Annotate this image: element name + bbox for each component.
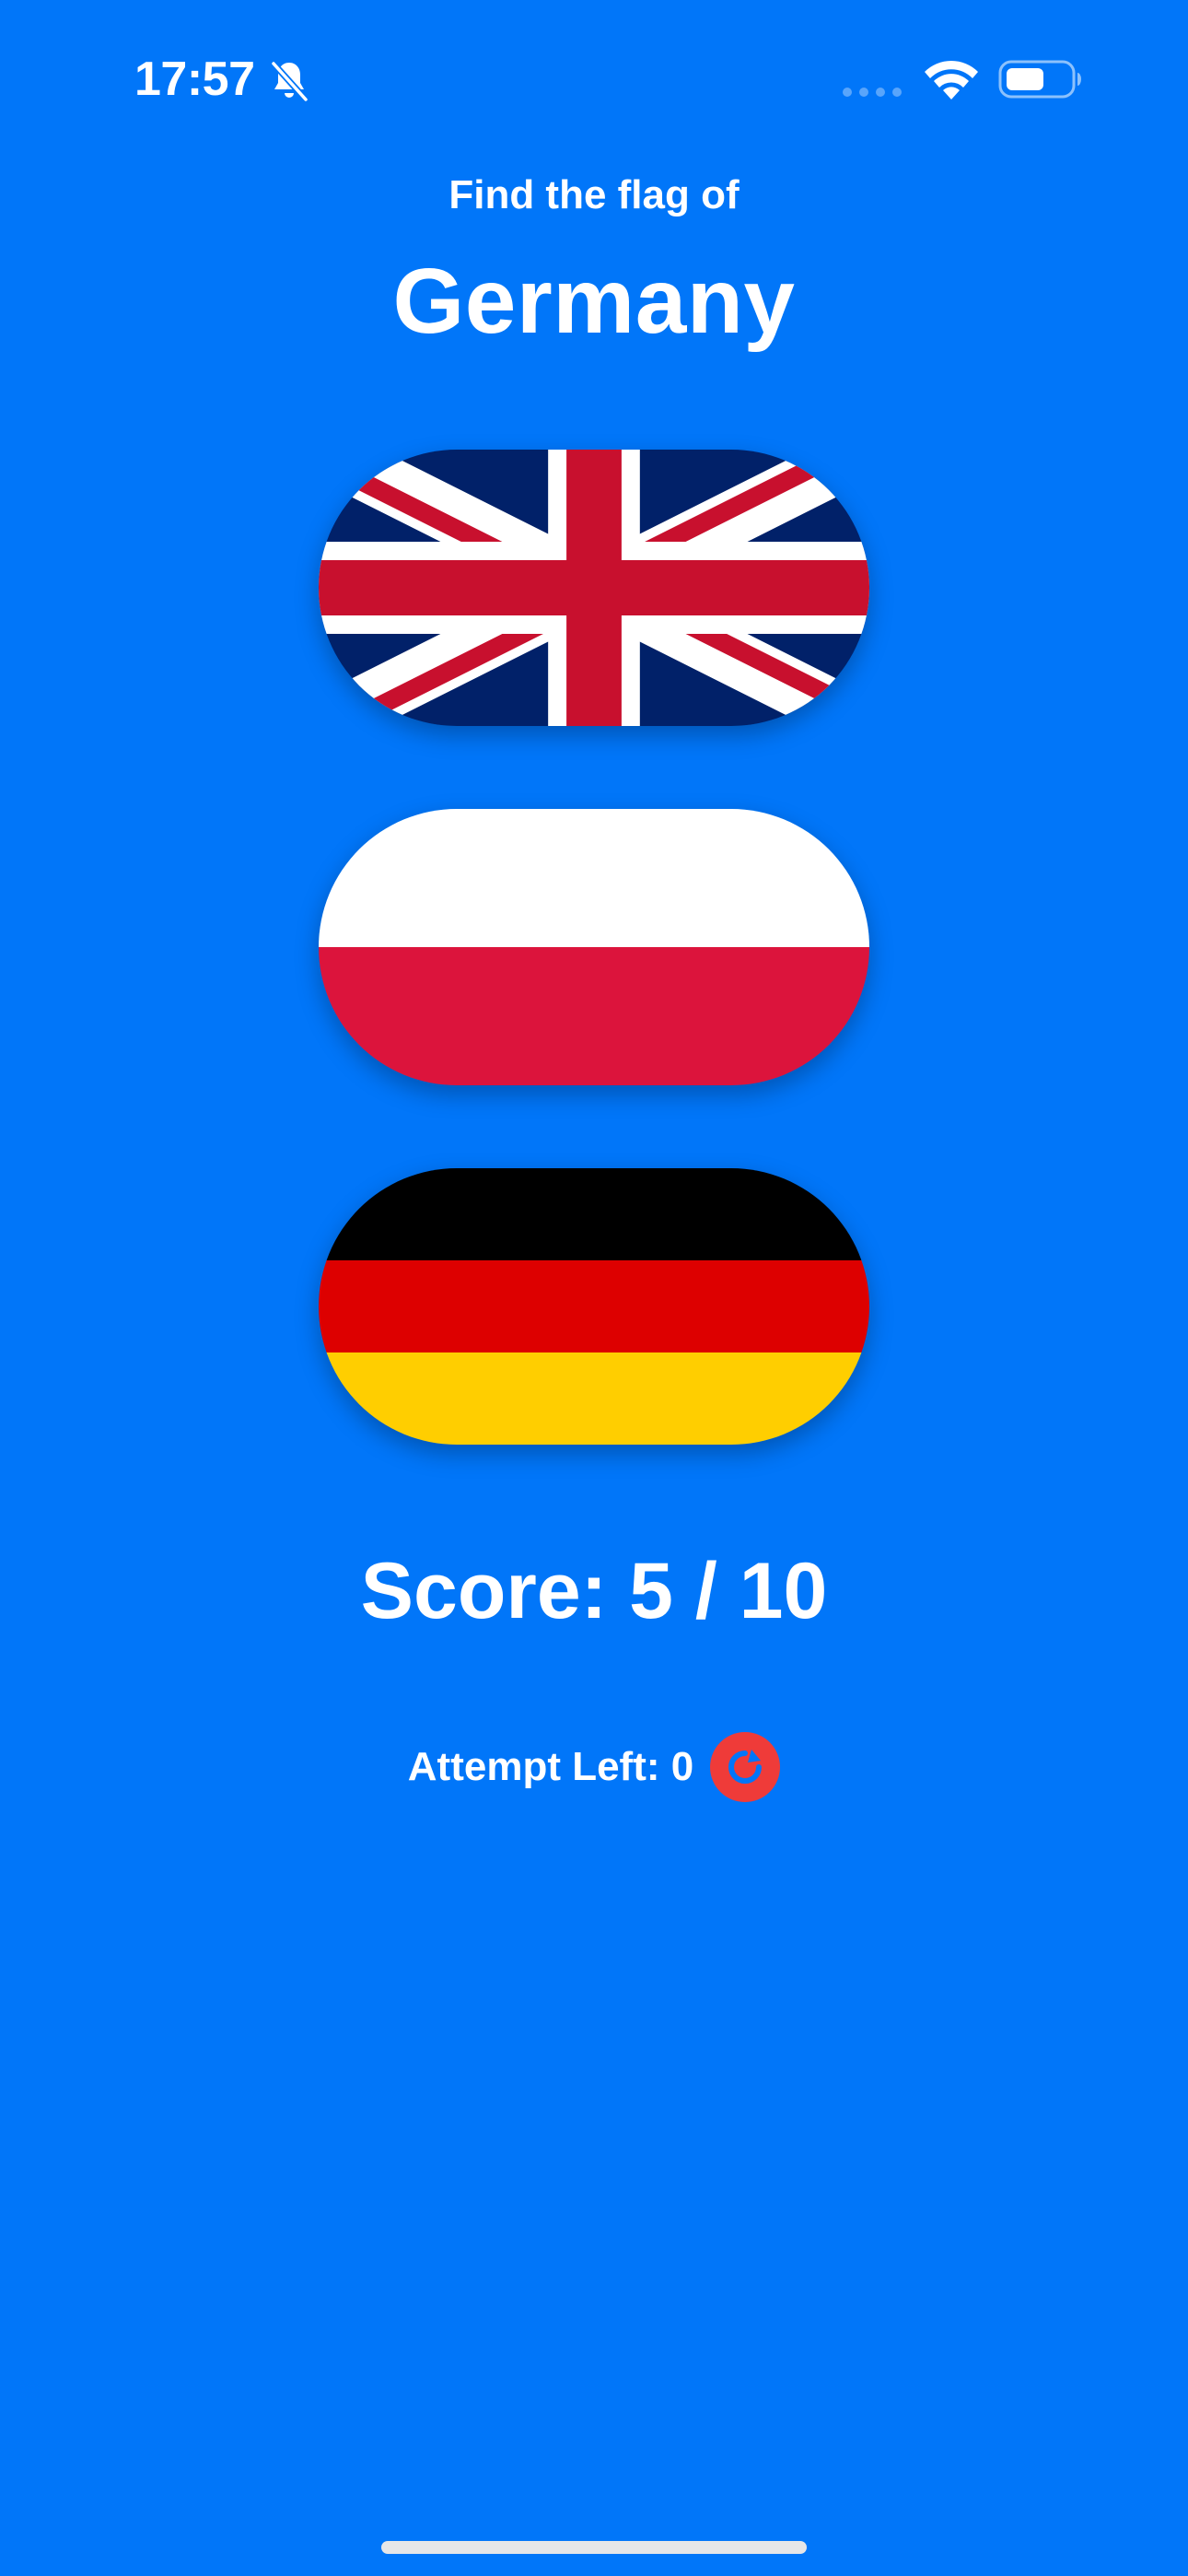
home-indicator[interactable] [381,2541,807,2554]
status-bar: 17:57 [0,0,1188,157]
attempts-label: Attempt Left: 0 [407,1744,694,1789]
score-label: Score: 5 / 10 [360,1547,828,1635]
prompt-label: Find the flag of [448,172,740,217]
country-name: Germany [392,250,796,353]
united-kingdom-flag [319,450,869,726]
battery-icon [998,60,1081,99]
flag-option-button[interactable] [319,450,869,726]
flag-option-button[interactable] [319,809,869,1085]
status-time: 17:57 [134,53,255,106]
flag-option-button[interactable] [319,1168,869,1445]
reset-button[interactable] [710,1732,781,1802]
game-screen: 17:57 Find the flag of Germany Score: 5 … [0,0,1188,2576]
attempts-row: Attempt Left: 0 [0,1732,1188,1802]
reset-icon [728,1750,763,1784]
bell-slash-icon [270,60,309,103]
poland-flag [319,809,869,1085]
wifi-icon [925,60,978,100]
germany-flag [319,1168,869,1445]
cellular-signal-icon [843,88,902,97]
